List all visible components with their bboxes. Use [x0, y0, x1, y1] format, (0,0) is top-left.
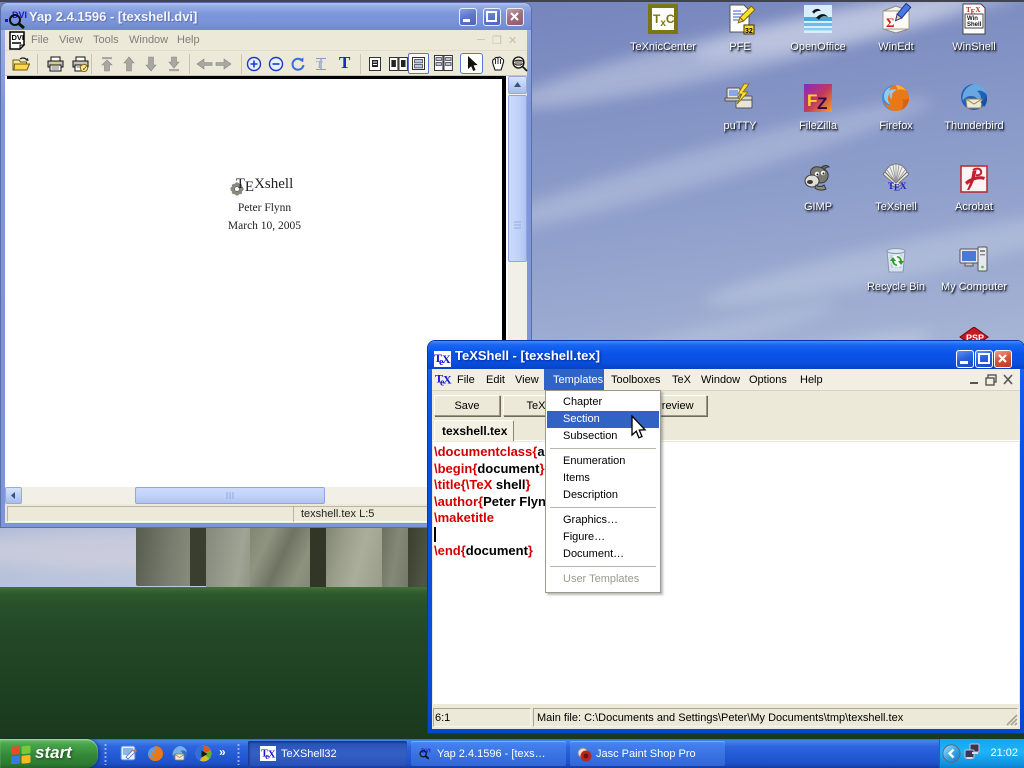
svg-text:F: F: [807, 91, 817, 110]
svg-text:Shell: Shell: [967, 22, 982, 28]
svg-text:X: X: [443, 373, 452, 387]
svg-text:Z: Z: [817, 94, 827, 113]
svg-text:✓: ✓: [82, 66, 88, 72]
svg-text:32: 32: [745, 28, 753, 35]
svg-text:X: X: [268, 749, 276, 760]
svg-text:DVI: DVI: [12, 33, 25, 42]
svg-text:Σ: Σ: [886, 15, 895, 30]
svg-text:X: X: [442, 352, 451, 366]
svg-text:TEX: TEX: [888, 181, 907, 193]
